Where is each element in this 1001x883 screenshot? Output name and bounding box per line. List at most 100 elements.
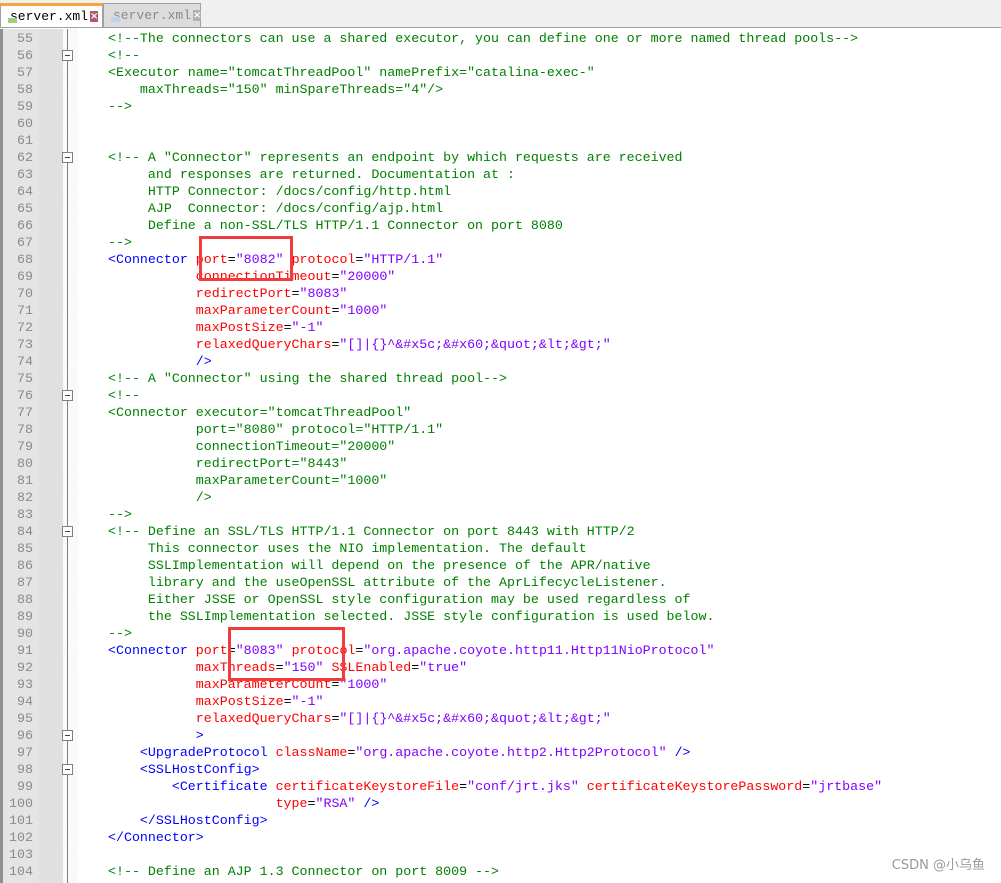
code-line[interactable]: 93 maxParameterCount="1000" [3,676,1001,693]
code-line[interactable]: 68 <Connector port="8082" protocol="HTTP/… [3,251,1001,268]
fold-toggle-icon[interactable] [62,50,73,61]
code-editor[interactable]: 55 <!--The connectors can use a shared ex… [0,29,1001,883]
code-text: <!-- [108,387,140,404]
code-line[interactable]: 85 This connector uses the NIO implement… [3,540,1001,557]
code-line[interactable]: 84 <!-- Define an SSL/TLS HTTP/1.1 Connec… [3,523,1001,540]
code-line[interactable]: 75 <!-- A "Connector" using the shared th… [3,370,1001,387]
line-number: 62 [17,150,33,165]
line-number: 103 [9,847,33,862]
code-line[interactable]: 56 <!-- [3,47,1001,64]
code-line[interactable]: 82 /> [3,489,1001,506]
code-line[interactable]: 86 SSLImplementation will depend on the … [3,557,1001,574]
code-line[interactable]: 59 --> [3,98,1001,115]
code-line[interactable]: 89 the SSLImplementation selected. JSSE … [3,608,1001,625]
code-line[interactable]: 61 [3,132,1001,149]
code-line[interactable]: 70 redirectPort="8083" [3,285,1001,302]
token: <UpgradeProtocol [139,745,276,760]
code-line[interactable]: 60 [3,115,1001,132]
code-line[interactable]: 91 <Connector port="8083" protocol="org.a… [3,642,1001,659]
token: = [459,779,468,794]
code-line[interactable]: 104 <!-- Define an AJP 1.3 Connector on p… [3,863,1001,880]
code-line[interactable]: 55 <!--The connectors can use a shared ex… [3,30,1001,47]
token: maxParameterCount [195,303,332,318]
code-line[interactable]: 99 <Certificate certificateKeystoreFile=… [3,778,1001,795]
code-line[interactable]: 100 type="RSA" /> [3,795,1001,812]
code-text: connectionTimeout="20000" [108,438,396,455]
code-line[interactable]: 66 Define a non-SSL/TLS HTTP/1.1 Connect… [3,217,1001,234]
fold-toggle-icon[interactable] [62,526,73,537]
fold-toggle-icon[interactable] [62,730,73,741]
code-line[interactable]: 97 <UpgradeProtocol className="org.apach… [3,744,1001,761]
code-line[interactable]: 96 > [3,727,1001,744]
code-line[interactable]: 69 connectionTimeout="20000" [3,268,1001,285]
code-line[interactable]: 76 <!-- [3,387,1001,404]
close-tab-icon[interactable]: × [90,11,99,22]
code-line[interactable]: 78 port="8080" protocol="HTTP/1.1" [3,421,1001,438]
code-text: Define a non-SSL/TLS HTTP/1.1 Connector … [108,217,563,234]
token: maxPostSize [195,320,284,335]
line-number: 97 [17,745,33,760]
code-line[interactable]: 95 relaxedQueryChars="[]|{}^&#x5c;&#x60;… [3,710,1001,727]
line-number: 60 [17,116,33,131]
code-line[interactable]: 88 Either JSSE or OpenSSL style configur… [3,591,1001,608]
code-line[interactable]: 83 --> [3,506,1001,523]
code-line[interactable]: 73 relaxedQueryChars="[]|{}^&#x5c;&#x60;… [3,336,1001,353]
token: </Connector> [108,830,204,845]
code-text: HTTP Connector: /docs/config/http.html [108,183,451,200]
fold-toggle-icon[interactable] [62,764,73,775]
token: "conf/jrt.jks" [467,779,579,794]
line-number: 59 [17,99,33,114]
code-line[interactable]: 71 maxParameterCount="1000" [3,302,1001,319]
code-line[interactable]: 103 [3,846,1001,863]
code-line[interactable]: 67 --> [3,234,1001,251]
token: This connector uses the NIO implementati… [108,541,587,556]
fold-toggle-icon[interactable] [62,152,73,163]
code-text: maxPostSize="-1" [108,693,324,710]
close-tab-icon[interactable]: × [193,10,202,21]
code-line[interactable]: 74 /> [3,353,1001,370]
line-number: 98 [17,762,33,777]
token: port [195,643,228,658]
code-line[interactable]: 65 AJP Connector: /docs/config/ajp.html [3,200,1001,217]
code-line[interactable]: 77 <Connector executor="tomcatThreadPool" [3,404,1001,421]
code-line[interactable]: 80 redirectPort="8443" [3,455,1001,472]
token: certificateKeystorePassword [586,779,803,794]
code-line[interactable]: 62 <!-- A "Connector" represents an endpo… [3,149,1001,166]
line-number: 57 [17,65,33,80]
line-number: 81 [17,473,33,488]
token: "8083" [299,286,348,301]
token: "-1" [291,320,324,335]
code-line[interactable]: 87 library and the useOpenSSL attribute … [3,574,1001,591]
code-text: type="RSA" /> [108,795,380,812]
line-number: 58 [17,82,33,97]
code-line[interactable]: 81 maxParameterCount="1000" [3,472,1001,489]
code-line[interactable]: 98 <SSLHostConfig> [3,761,1001,778]
code-line[interactable]: 58 maxThreads="150" minSpareThreads="4"/… [3,81,1001,98]
code-line[interactable]: 64 HTTP Connector: /docs/config/http.htm… [3,183,1001,200]
token: "true" [419,660,468,675]
line-number: 61 [17,133,33,148]
code-line[interactable]: 101 </SSLHostConfig> [3,812,1001,829]
line-number: 79 [17,439,33,454]
code-line[interactable]: 79 connectionTimeout="20000" [3,438,1001,455]
code-line[interactable]: 63 and responses are returned. Documenta… [3,166,1001,183]
code-text: redirectPort="8083" [108,285,348,302]
code-line[interactable]: 92 maxThreads="150" SSLEnabled="true" [3,659,1001,676]
token: = [283,320,292,335]
line-number: 104 [9,864,33,879]
tab-server-xml[interactable]: server.xml × [103,3,202,27]
code-line[interactable]: 102 </Connector> [3,829,1001,846]
code-line[interactable]: 57 <Executor name="tomcatThreadPool" name… [3,64,1001,81]
code-text: </SSLHostConfig> [108,812,268,829]
token: /> [363,796,380,811]
token: <!-- A "Connector" using the shared thre… [108,371,507,386]
code-line[interactable]: 72 maxPostSize="-1" [3,319,1001,336]
fold-toggle-icon[interactable] [62,390,73,401]
line-number: 99 [17,779,33,794]
line-number: 80 [17,456,33,471]
code-line[interactable]: 94 maxPostSize="-1" [3,693,1001,710]
code-line[interactable]: 90 --> [3,625,1001,642]
tab-server-xml-active[interactable]: server.xml × [0,3,103,27]
